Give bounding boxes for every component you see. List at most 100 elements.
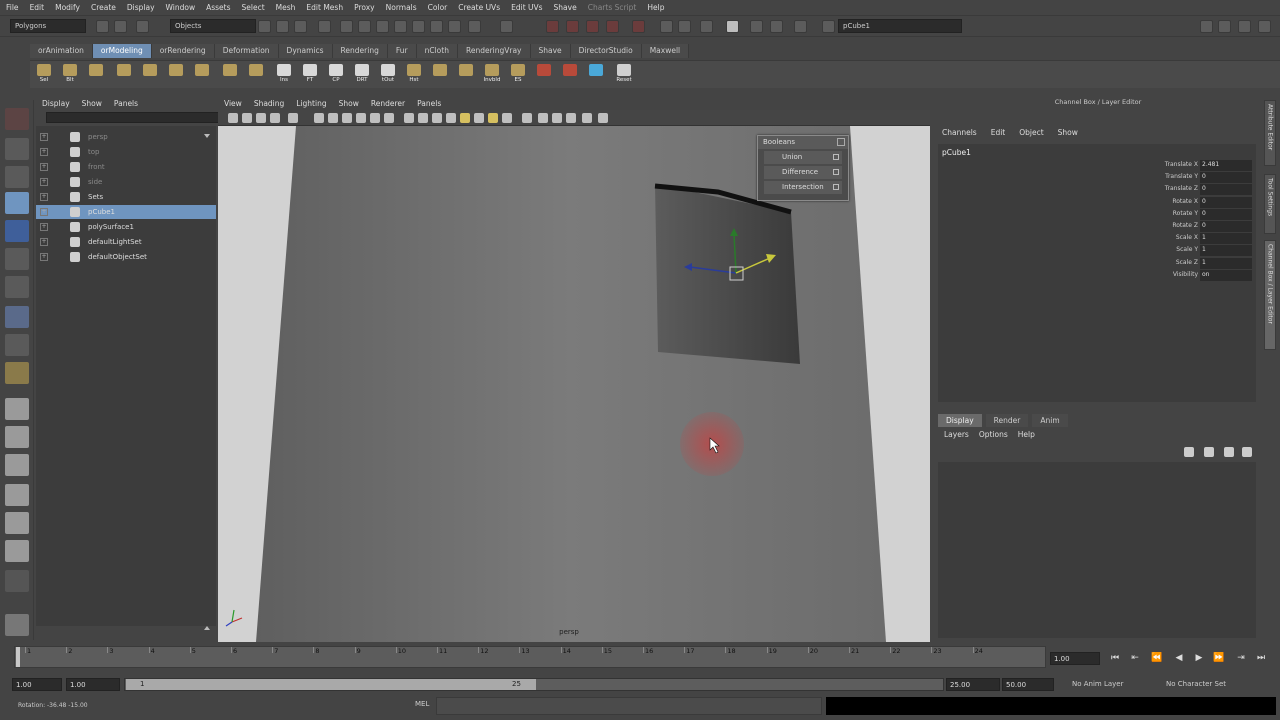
shelf-button-merge[interactable]: [246, 64, 266, 86]
menu-create[interactable]: Create: [91, 3, 116, 12]
hierarchy-mode-icon[interactable]: [258, 20, 271, 33]
outliner-item-front[interactable]: + front: [36, 160, 216, 174]
shelf-tab-ormodeling[interactable]: orModeling: [92, 44, 152, 58]
menu-edit[interactable]: Edit: [30, 3, 45, 12]
outliner-item-sets[interactable]: + Sets: [36, 190, 216, 204]
tool-settings-toggle-icon[interactable]: [1218, 20, 1231, 33]
step-back-key-icon[interactable]: ⏪: [1150, 653, 1164, 664]
field-chart-icon[interactable]: [356, 113, 366, 123]
range-start-field[interactable]: 1.00: [12, 678, 62, 691]
wireframe-on-shaded-icon[interactable]: [432, 113, 442, 123]
outliner-menu-show[interactable]: Show: [82, 99, 102, 108]
lock-selection-icon[interactable]: [468, 20, 481, 33]
select-surfaces-icon[interactable]: [376, 20, 389, 33]
menu-shave[interactable]: Shave: [554, 3, 577, 12]
menu-mesh[interactable]: Mesh: [276, 3, 296, 12]
output-ops-icon[interactable]: [678, 20, 691, 33]
layer-menu-options[interactable]: Options: [979, 430, 1008, 439]
universal-manipulator-icon[interactable]: [5, 276, 29, 298]
shelf-button-sel[interactable]: Sel: [34, 64, 54, 86]
menu-file[interactable]: File: [6, 3, 19, 12]
shelf-button-hst[interactable]: Hst: [404, 64, 424, 86]
select-camera-icon[interactable]: [228, 113, 238, 123]
option-box-icon[interactable]: [833, 154, 839, 160]
expand-icon[interactable]: +: [40, 238, 48, 246]
shelf-tab-rendering[interactable]: Rendering: [332, 44, 388, 58]
grid-icon[interactable]: [288, 113, 298, 123]
motion-blur-icon[interactable]: [502, 113, 512, 123]
layer-menu-layers[interactable]: Layers: [944, 430, 969, 439]
layer-tab-display[interactable]: Display: [938, 414, 982, 427]
anim-end-field[interactable]: 50.00: [1002, 678, 1054, 691]
expand-icon[interactable]: +: [40, 178, 48, 186]
new-layer-icon[interactable]: [1184, 447, 1194, 457]
tool-settings-tab[interactable]: Tool Settings: [1264, 174, 1276, 234]
channel-menu-object[interactable]: Object: [1019, 128, 1043, 137]
shelf-tab-deformation[interactable]: Deformation: [214, 44, 279, 58]
expand-icon[interactable]: +: [40, 193, 48, 201]
safe-action-icon[interactable]: [370, 113, 380, 123]
channel-menu-edit[interactable]: Edit: [991, 128, 1006, 137]
camera-attributes-icon[interactable]: [242, 113, 252, 123]
new-layer-from-selection-icon[interactable]: [1204, 447, 1214, 457]
shelf-button-reset[interactable]: Reset: [614, 64, 634, 86]
snap-point-icon[interactable]: [566, 20, 579, 33]
shelf-tab-renderingvray[interactable]: RenderingVray: [457, 44, 531, 58]
layer-tab-anim[interactable]: Anim: [1032, 414, 1068, 427]
move-tool-icon[interactable]: [5, 192, 29, 214]
channel-box-object-name[interactable]: pCube1: [942, 148, 971, 157]
expand-icon[interactable]: +: [40, 133, 48, 141]
channel-value-field[interactable]: 1: [1200, 245, 1252, 257]
scale-tool-icon[interactable]: [5, 248, 29, 270]
gate-mask-icon[interactable]: [342, 113, 352, 123]
viewport-menu-lighting[interactable]: Lighting: [296, 99, 326, 108]
menu-modify[interactable]: Modify: [55, 3, 80, 12]
persp-graph-layout-icon[interactable]: [5, 484, 29, 506]
collapse-toolbox-icon[interactable]: [5, 570, 29, 592]
channel-row-rotate-z[interactable]: Rotate Z0: [1128, 221, 1254, 233]
select-misc-icon[interactable]: [448, 20, 461, 33]
wireframe-icon[interactable]: [404, 113, 414, 123]
component-mode-icon[interactable]: [294, 20, 307, 33]
move-layer-up-icon[interactable]: [1224, 447, 1234, 457]
play-forwards-icon[interactable]: ▶: [1192, 653, 1206, 664]
boolean-difference-button[interactable]: Difference: [764, 166, 842, 179]
shelf-button-uv[interactable]: [586, 64, 606, 86]
channel-box-tab[interactable]: Channel Box / Layer Editor: [1264, 240, 1276, 350]
expand-icon[interactable]: +: [40, 148, 48, 156]
channel-row-scale-z[interactable]: Scale Z1: [1128, 257, 1254, 270]
snap-curve-icon[interactable]: [546, 20, 559, 33]
textured-icon[interactable]: [446, 113, 456, 123]
large-polygon-surface[interactable]: [256, 126, 886, 642]
shelf-tab-directorstudio[interactable]: DirectorStudio: [570, 44, 642, 58]
select-curves-icon[interactable]: [358, 20, 371, 33]
menu-proxy[interactable]: Proxy: [354, 3, 375, 12]
shelf-button-box[interactable]: [140, 64, 160, 86]
shelf-tab-shave[interactable]: Shave: [530, 44, 571, 58]
step-forward-key-icon[interactable]: ⏩: [1212, 653, 1226, 664]
shelf-button-drt[interactable]: DRT: [352, 64, 372, 86]
single-view-layout-icon[interactable]: [5, 398, 29, 420]
shelf-button-blt[interactable]: Blt: [60, 64, 80, 86]
shelf-button-separate[interactable]: [456, 64, 476, 86]
viewport-menu-show[interactable]: Show: [339, 99, 359, 108]
go-to-end-icon[interactable]: ⏭: [1254, 653, 1268, 664]
shelf-tab-ncloth[interactable]: nCloth: [416, 44, 458, 58]
current-frame-field[interactable]: 1.00: [1050, 652, 1100, 665]
shelf-button-bevel[interactable]: [220, 64, 240, 86]
channel-row-translate-z[interactable]: Translate Z0: [1128, 184, 1254, 196]
channel-value-field[interactable]: 0: [1200, 184, 1252, 196]
shelf-tab-maxwell[interactable]: Maxwell: [641, 44, 690, 58]
shelf-button-bridge[interactable]: [534, 64, 554, 86]
hypershade-icon[interactable]: [794, 20, 807, 33]
make-live-icon[interactable]: [606, 20, 619, 33]
menu-display[interactable]: Display: [127, 3, 155, 12]
command-language-label[interactable]: MEL: [415, 700, 429, 708]
expand-icon[interactable]: +: [40, 223, 48, 231]
shelf-button-cube[interactable]: [86, 64, 106, 86]
command-line-input[interactable]: [436, 697, 822, 715]
shelf-button-ins[interactable]: Ins: [274, 64, 294, 86]
outliner-item-polysurface1[interactable]: + polySurface1: [36, 220, 216, 234]
option-box-icon[interactable]: [833, 184, 839, 190]
new-scene-icon[interactable]: [96, 20, 109, 33]
